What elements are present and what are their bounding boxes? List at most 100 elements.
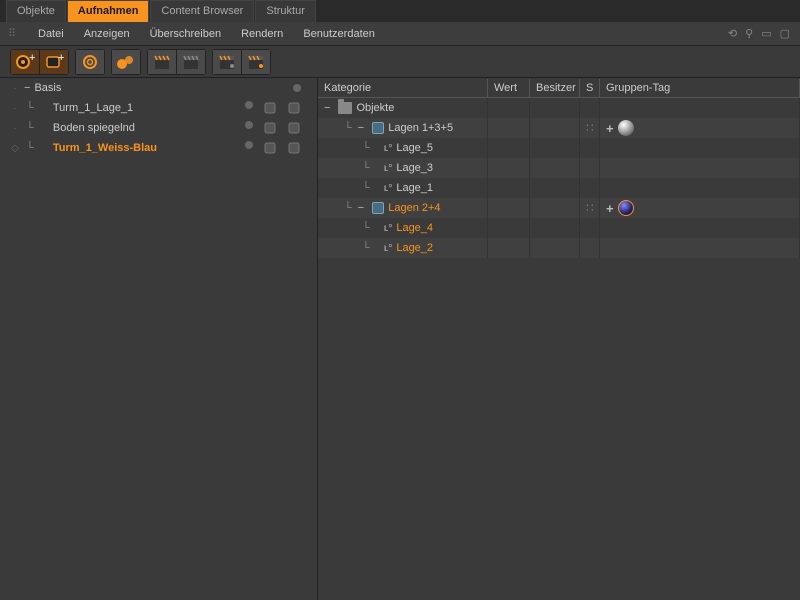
expander-icon[interactable] xyxy=(36,102,53,114)
col-header-besitzer[interactable]: Besitzer xyxy=(530,79,580,97)
col-header-wert[interactable]: Wert xyxy=(488,79,530,97)
col-header-kategorie[interactable]: Kategorie xyxy=(318,79,488,97)
grid-row[interactable]: └−Lagen 1+3+5∷+ xyxy=(318,118,800,138)
expander-icon[interactable]: − xyxy=(324,102,334,114)
tree-row[interactable]: ◇└ Turm_1_Weiss-Blau xyxy=(0,138,317,158)
node-icon xyxy=(372,202,384,214)
tool-take-add2[interactable]: + xyxy=(40,50,68,74)
visibility-dot-icon[interactable] xyxy=(245,121,253,129)
level-icon: ʟ° xyxy=(384,143,393,154)
tab-objekte[interactable]: Objekte xyxy=(6,0,66,22)
row-action-icon[interactable] xyxy=(263,121,277,135)
col-header-gruppen-tag[interactable]: Gruppen-Tag xyxy=(600,79,800,97)
tab-content-browser[interactable]: Content Browser xyxy=(150,0,254,22)
visibility-dot-icon[interactable] xyxy=(245,101,253,109)
node-icon xyxy=(372,122,384,134)
grid-row[interactable]: └ ʟ°Lage_2 xyxy=(318,238,800,258)
branch-icon: └ xyxy=(24,142,36,154)
col-header-s[interactable]: S xyxy=(580,79,600,97)
grid-row[interactable]: −Objekte xyxy=(318,98,800,118)
tool-bubbles[interactable] xyxy=(112,50,140,74)
tool-clap-4[interactable] xyxy=(242,50,270,74)
branch-icon: └ xyxy=(360,142,372,154)
grid-row[interactable]: └ ʟ°Lage_5 xyxy=(318,138,800,158)
branch-icon: └ xyxy=(342,122,354,134)
branch-icon: └ xyxy=(24,122,36,134)
grid-header: Kategorie Wert Besitzer S Gruppen-Tag xyxy=(318,78,800,98)
row-action-icon[interactable] xyxy=(287,141,301,155)
visibility-dot-icon[interactable] xyxy=(293,84,301,92)
tree-row[interactable]: ·−Basis xyxy=(0,78,317,98)
level-icon: ʟ° xyxy=(384,243,393,254)
row-label: Lage_1 xyxy=(396,182,433,194)
grid-row[interactable]: └ʟ°Lage_3 xyxy=(318,158,800,178)
svg-text:+: + xyxy=(58,53,64,64)
visibility-dot-icon[interactable] xyxy=(245,141,253,149)
menu-benutzerdaten[interactable]: Benutzerdaten xyxy=(293,24,385,44)
level-icon: ʟ° xyxy=(384,183,393,194)
row-action-icon[interactable] xyxy=(287,101,301,115)
material-sphere-icon[interactable] xyxy=(618,200,634,216)
level-icon: ʟ° xyxy=(384,223,393,234)
branch-icon: └ xyxy=(360,182,372,194)
selection-slot-icon[interactable]: · xyxy=(6,103,24,114)
tool-clap-1[interactable] xyxy=(148,50,176,74)
row-label: Lage_2 xyxy=(396,242,433,254)
selection-slot-icon[interactable]: · xyxy=(6,83,24,94)
tab-struktur[interactable]: Struktur xyxy=(255,0,316,22)
row-label: Lage_5 xyxy=(396,142,433,154)
branch-icon: └ xyxy=(24,102,36,114)
grid-row[interactable]: └ ʟ°Lage_1 xyxy=(318,178,800,198)
maximize-icon[interactable]: ▢ xyxy=(780,27,790,40)
menu-rendern[interactable]: Rendern xyxy=(231,24,293,44)
selection-slot-icon[interactable]: · xyxy=(6,123,24,134)
top-tabs: Objekte Aufnahmen Content Browser Strukt… xyxy=(0,0,800,22)
tool-clap-2[interactable] xyxy=(177,50,205,74)
branch-icon: └ xyxy=(342,202,354,214)
material-sphere-icon[interactable] xyxy=(618,120,634,136)
tab-aufnahmen[interactable]: Aufnahmen xyxy=(67,0,150,22)
s-dots-icon[interactable]: ∷ xyxy=(586,205,593,211)
tree-item-label: Turm_1_Lage_1 xyxy=(53,102,245,114)
tool-clap-3[interactable] xyxy=(213,50,241,74)
s-dots-icon[interactable]: ∷ xyxy=(586,125,593,131)
grid-row[interactable]: └ ʟ°Lage_4 xyxy=(318,218,800,238)
undock-icon[interactable]: ⟲ xyxy=(728,27,737,40)
add-tag-icon[interactable]: + xyxy=(606,201,614,216)
menu-datei[interactable]: Datei xyxy=(28,24,74,44)
window-controls: ⟲ ⚲ ▭ ▢ xyxy=(728,27,800,40)
menubar: ⠿ Datei Anzeigen Überschreiben Rendern B… xyxy=(0,22,800,46)
minimize-icon[interactable]: ▭ xyxy=(761,27,771,40)
tree-item-label: Turm_1_Weiss-Blau xyxy=(53,142,245,154)
row-action-icon[interactable] xyxy=(287,121,301,135)
tree-row[interactable]: ·└ Boden spiegelnd xyxy=(0,118,317,138)
selection-slot-icon[interactable]: ◇ xyxy=(6,143,24,154)
expander-icon[interactable] xyxy=(36,142,53,154)
expander-icon[interactable]: − xyxy=(358,202,368,214)
left-tree-pane: ·−Basis·└ Turm_1_Lage_1·└ Boden spiegeln… xyxy=(0,78,318,600)
row-label: Lage_3 xyxy=(396,162,433,174)
folder-icon xyxy=(338,102,352,114)
branch-icon: └ xyxy=(360,162,372,174)
tool-ring[interactable] xyxy=(76,50,104,74)
expander-icon[interactable]: − xyxy=(358,122,368,134)
right-grid-pane: Kategorie Wert Besitzer S Gruppen-Tag −O… xyxy=(318,78,800,600)
tree-item-label: Boden spiegelnd xyxy=(53,122,245,134)
row-label: Lage_4 xyxy=(396,222,433,234)
row-label: Lagen 2+4 xyxy=(388,202,440,214)
tool-take-add[interactable]: + xyxy=(11,50,39,74)
row-action-icon[interactable] xyxy=(263,101,277,115)
toolbar: + + xyxy=(0,46,800,78)
branch-icon: └ xyxy=(360,242,372,254)
menu-anzeigen[interactable]: Anzeigen xyxy=(74,24,140,44)
menu-ueberschreiben[interactable]: Überschreiben xyxy=(140,24,232,44)
expander-icon[interactable]: − xyxy=(24,82,34,94)
row-action-icon[interactable] xyxy=(263,141,277,155)
branch-icon: └ xyxy=(360,222,372,234)
add-tag-icon[interactable]: + xyxy=(606,121,614,136)
tree-row[interactable]: ·└ Turm_1_Lage_1 xyxy=(0,98,317,118)
expander-icon[interactable] xyxy=(36,122,53,134)
search-icon[interactable]: ⚲ xyxy=(745,27,753,40)
grid-row[interactable]: └− Lagen 2+4 ∷ + xyxy=(318,198,800,218)
drag-handle-icon[interactable]: ⠿ xyxy=(8,27,20,40)
